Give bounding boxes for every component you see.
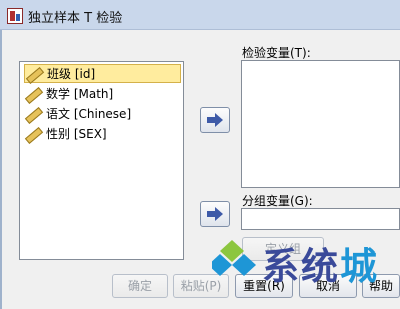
window-title: 独立样本 T 检验 bbox=[28, 11, 123, 26]
title-bar: 独立样本 T 检验 bbox=[0, 0, 400, 30]
move-to-grouping-variable-button[interactable] bbox=[200, 201, 230, 227]
watermark-logo-icon bbox=[212, 240, 256, 276]
spss-app-icon bbox=[7, 8, 23, 24]
variable-label: 数学 [Math] bbox=[46, 87, 114, 101]
scale-ruler-icon bbox=[25, 65, 42, 82]
variable-label: 语文 [Chinese] bbox=[46, 107, 132, 121]
ok-button[interactable]: 确定 bbox=[112, 274, 168, 298]
right-arrow-icon bbox=[207, 207, 223, 221]
variable-label: 性别 [SEX] bbox=[46, 127, 107, 141]
grouping-variable-field[interactable] bbox=[241, 208, 400, 230]
variable-item-math[interactable]: 数学 [Math] bbox=[24, 84, 181, 103]
test-variables-label: 检验变量(T): bbox=[242, 46, 311, 60]
right-arrow-icon bbox=[207, 113, 223, 127]
window-left-border bbox=[0, 30, 2, 309]
scale-ruler-icon bbox=[24, 85, 41, 102]
watermark-text-main: 系统 bbox=[262, 245, 340, 288]
scale-ruler-icon bbox=[24, 105, 41, 122]
variable-label: 班级 [id] bbox=[47, 67, 96, 81]
grouping-variable-label: 分组变量(G): bbox=[242, 194, 313, 208]
scale-ruler-icon bbox=[24, 125, 41, 142]
variable-item-id[interactable]: 班级 [id] bbox=[24, 64, 181, 83]
test-variables-list[interactable] bbox=[241, 60, 400, 188]
watermark-text: 系统城 bbox=[262, 236, 379, 290]
watermark-text-accent: 城 bbox=[340, 245, 379, 288]
variable-item-chinese[interactable]: 语文 [Chinese] bbox=[24, 104, 181, 123]
variable-item-sex[interactable]: 性别 [SEX] bbox=[24, 124, 181, 143]
move-to-test-variables-button[interactable] bbox=[200, 107, 230, 133]
source-variable-list[interactable]: 班级 [id] 数学 [Math] 语文 [Chinese] 性别 [SEX] bbox=[19, 61, 184, 260]
